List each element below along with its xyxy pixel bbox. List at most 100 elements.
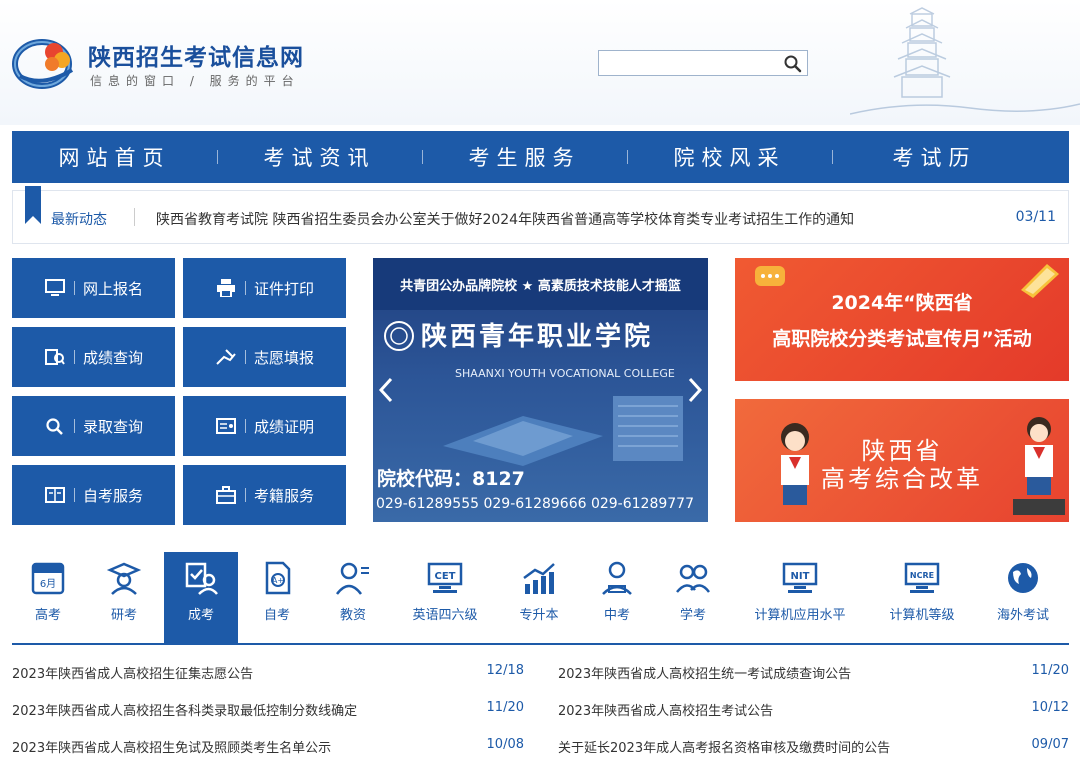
news-title-link[interactable]: 关于延长2023年成人高考报名资格审核及缴费时间的公告 <box>558 737 890 756</box>
nav-exam-calendar[interactable]: 考试历 <box>832 131 1037 183</box>
nav-exam-news[interactable]: 考试资讯 <box>217 131 422 183</box>
tile-label: 自考服务 <box>82 486 143 505</box>
banner-title-line2: 高职院校分类考试宣传月”活动 <box>772 328 1032 350</box>
category-zhongkao[interactable]: 中考 <box>580 552 654 644</box>
category-upgrade[interactable]: 专升本 <box>502 552 576 644</box>
tile-label: 成绩查询 <box>82 348 143 367</box>
search-input[interactable] <box>599 51 777 75</box>
ticker-label: 最新动态 <box>51 212 107 228</box>
category-label: 专升本 <box>519 608 559 623</box>
news-item: 关于延长2023年成人高考报名资格审核及缴费时间的公告 09/07 <box>558 734 1069 756</box>
category-academic-test[interactable]: 学考 <box>656 552 730 644</box>
category-cet[interactable]: CET 英语四六级 <box>408 552 482 644</box>
college-carousel[interactable]: 共青团公办品牌院校 ★ 高素质技术技能人才摇篮 陕西青年职业学院 SHAANXI… <box>373 258 708 522</box>
tile-certificate-print[interactable]: 证件打印 <box>183 258 346 318</box>
tile-online-registration[interactable]: 网上报名 <box>12 258 175 318</box>
tile-label: 考籍服务 <box>253 486 314 505</box>
category-gaokao[interactable]: 6月 高考 <box>11 552 85 644</box>
news-date: 10/08 <box>486 737 524 752</box>
globe-icon <box>1008 563 1038 593</box>
category-overseas-exam[interactable]: 海外考试 <box>986 552 1060 644</box>
news-title-link[interactable]: 2023年陕西省成人高校招生免试及照顾类考生名单公示 <box>12 737 331 756</box>
news-title-link[interactable]: 2023年陕西省成人高校招生考试公告 <box>558 700 773 719</box>
calendar-exam-icon: 6月 <box>31 562 65 595</box>
student-reading-icon <box>602 561 632 595</box>
news-title-link[interactable]: 2023年陕西省成人高校招生统一考试成绩查询公告 <box>558 663 851 682</box>
banner-title-line2: 高考综合改革 <box>821 465 983 493</box>
bookmark-icon <box>25 186 41 224</box>
growth-chart-icon <box>523 563 555 594</box>
category-label: 学考 <box>679 608 706 623</box>
category-label: 高考 <box>34 608 61 623</box>
self-study-icon: A+ <box>265 561 291 595</box>
site-header: 陕西招生考试信息网 信息的窗口 / 服务的平台 <box>0 0 1080 125</box>
nav-colleges[interactable]: 院校风采 <box>627 131 832 183</box>
tile-admission-query[interactable]: 录取查询 <box>12 396 175 456</box>
banner-gaokao-reform[interactable]: 陕西省 高考综合改革 <box>735 399 1069 522</box>
category-teacher-cert[interactable]: 教资 <box>316 552 390 644</box>
svg-text:A+: A+ <box>272 576 284 585</box>
students-icon <box>676 564 710 593</box>
category-adult-exam[interactable]: 成考 <box>164 552 238 644</box>
category-computer-rank[interactable]: NCRE 计算机等级 <box>884 552 960 644</box>
search-icon[interactable] <box>783 54 803 74</box>
adult-exam-icon <box>185 562 218 595</box>
college-emblem <box>384 321 414 351</box>
category-label: 海外考试 <box>996 608 1049 623</box>
main-nav: 网站首页 考试资讯 考生服务 院校风采 考试历 <box>12 131 1069 183</box>
teacher-icon <box>336 562 369 595</box>
nit-icon: NIT <box>782 562 818 593</box>
nav-home[interactable]: 网站首页 <box>12 131 217 183</box>
news-title-link[interactable]: 2023年陕西省成人高校招生各科类录取最低控制分数线确定 <box>12 700 357 719</box>
news-item: 2023年陕西省成人高校招生考试公告 10/12 <box>558 697 1069 719</box>
campus-illustration <box>443 396 683 466</box>
news-date: 12/18 <box>486 663 524 678</box>
tile-label: 成绩证明 <box>253 417 314 436</box>
news-date: 10/12 <box>1031 700 1069 715</box>
news-date: 11/20 <box>1031 663 1069 678</box>
tile-score-certificate[interactable]: 成绩证明 <box>183 396 346 456</box>
category-self-study[interactable]: A+ 自考 <box>240 552 314 644</box>
book-icon <box>44 484 66 506</box>
news-date: 11/20 <box>486 700 524 715</box>
category-label: 研考 <box>110 608 137 623</box>
ticker-date: 03/11 <box>1015 209 1056 225</box>
carousel-prev-arrow[interactable] <box>377 376 395 404</box>
category-graduate[interactable]: 研考 <box>87 552 161 644</box>
carousel-tagline: 共青团公办品牌院校 ★ 高素质技术技能人才摇篮 <box>373 258 708 310</box>
carousel-next-arrow[interactable] <box>686 376 704 404</box>
category-label: 英语四六级 <box>412 608 478 623</box>
latest-news-ticker: 最新动态 陕西省教育考试院 陕西省招生委员会办公室关于做好2024年陕西省普通高… <box>12 186 1069 244</box>
carousel-phones: 029-61289555 029-61289666 029-61289777 <box>376 496 694 512</box>
svg-text:6月: 6月 <box>40 578 56 590</box>
news-title-link[interactable]: 2023年陕西省成人高校招生征集志愿公告 <box>12 663 253 682</box>
category-label: 自考 <box>263 608 290 623</box>
category-label: 成考 <box>187 608 214 623</box>
monitor-icon <box>44 277 66 299</box>
banner-title-line1: 2024年“陕西省 <box>831 292 973 314</box>
search-box <box>598 50 808 76</box>
tile-self-exam-service[interactable]: 自考服务 <box>12 465 175 525</box>
pagoda-illustration <box>850 7 1080 115</box>
news-item: 2023年陕西省成人高校招生征集志愿公告 12/18 <box>12 660 524 682</box>
category-computer-application[interactable]: NIT 计算机应用水平 <box>752 552 848 644</box>
search-icon <box>44 415 66 437</box>
ncre-icon: NCRE <box>904 562 940 593</box>
carousel-college-code: 院校代码：8127 <box>377 468 525 490</box>
news-item: 2023年陕西省成人高校招生免试及照顾类考生名单公示 10/08 <box>12 734 524 756</box>
tile-application-fill[interactable]: 志愿填报 <box>183 327 346 387</box>
briefcase-icon <box>215 484 237 506</box>
tile-student-record-service[interactable]: 考籍服务 <box>183 465 346 525</box>
category-label: 计算机等级 <box>889 608 955 623</box>
banner-vocational-month[interactable]: 2024年“陕西省 高职院校分类考试宣传月”活动 <box>735 258 1069 381</box>
news-date: 09/07 <box>1031 737 1069 752</box>
certificate-icon <box>215 415 237 437</box>
carousel-college-english: SHAANXI YOUTH VOCATIONAL COLLEGE <box>455 367 675 380</box>
category-label: 计算机应用水平 <box>754 608 846 623</box>
site-logo[interactable] <box>12 32 78 92</box>
svg-text:NCRE: NCRE <box>910 571 934 580</box>
category-label: 教资 <box>339 608 366 623</box>
tile-score-query[interactable]: 成绩查询 <box>12 327 175 387</box>
nav-candidate-service[interactable]: 考生服务 <box>422 131 627 183</box>
ticker-headline-link[interactable]: 陕西省教育考试院 陕西省招生委员会办公室关于做好2024年陕西省普通高等学校体育… <box>156 209 854 229</box>
